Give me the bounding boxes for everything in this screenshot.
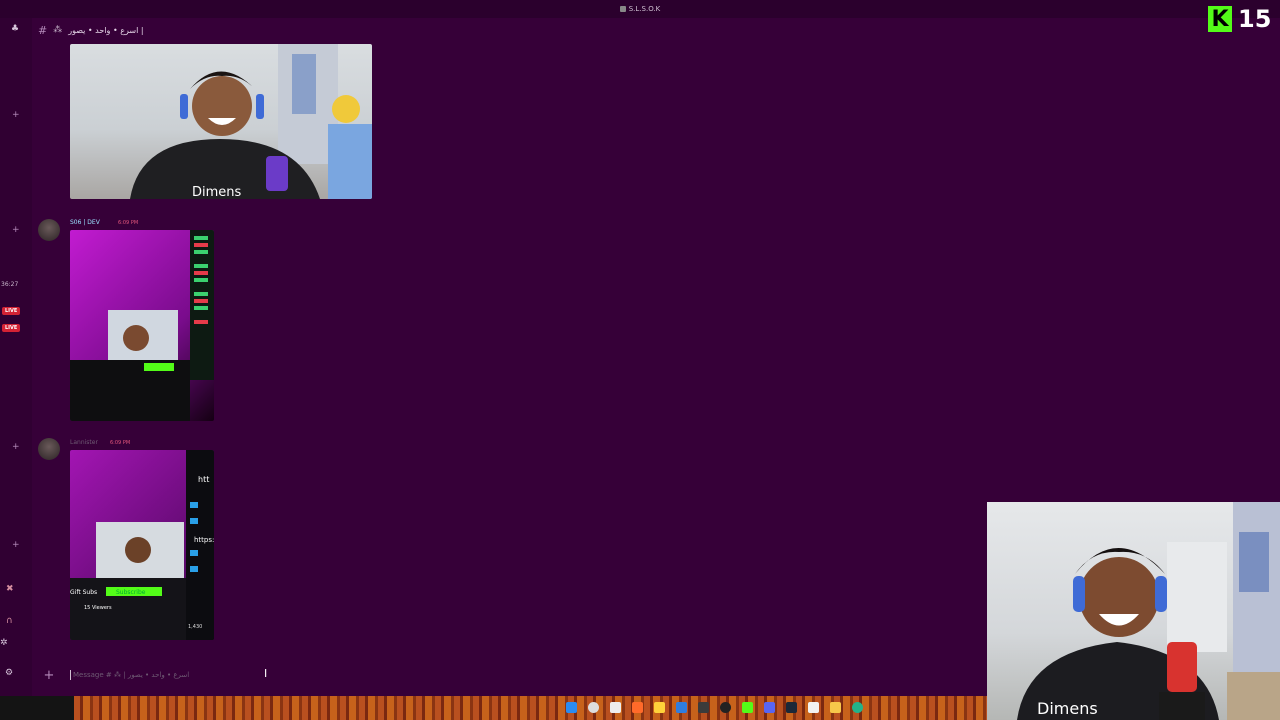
message-image-attachment[interactable]: htt https: Gift Subs Subscribe 15 Viewer… <box>70 450 214 640</box>
attach-plus-icon[interactable]: + <box>36 668 62 683</box>
svg-text:15 Viewers: 15 Viewers <box>84 605 112 611</box>
svg-text:https:: https: <box>194 536 214 544</box>
message-timestamp: 6:09 PM <box>118 220 139 226</box>
add-server-icon[interactable]: + <box>12 442 20 452</box>
deafen-icon[interactable]: ✖ <box>6 584 14 594</box>
discord-icon[interactable] <box>764 702 775 713</box>
svg-text:Subscribe: Subscribe <box>116 589 146 596</box>
hash-icon: # <box>38 23 48 37</box>
webcam-overlay: Dimens <box>987 502 1280 720</box>
taskbar-wallpaper-strip <box>74 696 987 720</box>
add-server-icon[interactable]: + <box>12 110 20 120</box>
message-image-attachment[interactable]: Dimens <box>70 44 372 199</box>
svg-text:Dimens: Dimens <box>1037 699 1098 718</box>
notepad-icon[interactable] <box>808 702 819 713</box>
members-icon[interactable]: ♣ <box>11 24 19 34</box>
search-icon[interactable] <box>588 702 599 713</box>
kick-viewer-overlay: K 15 <box>1208 5 1271 33</box>
folder-icon[interactable] <box>654 702 665 713</box>
mouse-ibeam-cursor: I <box>264 667 268 680</box>
app-icon-dark[interactable] <box>698 702 709 713</box>
svg-text:htt: htt <box>198 475 209 484</box>
settings-icon[interactable]: ✲ <box>0 638 8 648</box>
stream-screenshot <box>70 230 214 421</box>
channel-name: اسرع • واحد • يصور | <box>68 25 144 35</box>
steam-icon[interactable] <box>786 702 797 713</box>
app-icon <box>619 6 626 12</box>
svg-text:1,430: 1,430 <box>188 624 202 630</box>
server-rail: ♣ + + 36:27 LIVE LIVE + + ✖ ∩ ✲ ⚙ <box>0 18 32 696</box>
avatar[interactable] <box>38 219 60 241</box>
text-caret <box>70 670 71 680</box>
headset-icon[interactable]: ∩ <box>6 616 13 626</box>
kick-app-icon[interactable] <box>742 702 753 713</box>
stream-timer: 36:27 <box>1 281 19 288</box>
channel-header: # ⁂ اسرع • واحد • يصور | <box>32 18 980 42</box>
avatar[interactable] <box>38 438 60 460</box>
add-server-icon[interactable]: + <box>12 225 20 235</box>
add-server-icon[interactable]: + <box>12 540 20 550</box>
live-badge: LIVE <box>2 324 21 332</box>
explorer-icon[interactable] <box>830 702 841 713</box>
window-title: S.L.S.O.K <box>628 5 661 13</box>
stream-screenshot: htt https: Gift Subs Subscribe 15 Viewer… <box>70 450 214 640</box>
kick-logo: K <box>1208 6 1232 32</box>
message-username[interactable]: S06 | DEV <box>70 219 100 226</box>
obs-icon[interactable] <box>720 702 731 713</box>
svg-text:Dimens: Dimens <box>192 185 242 199</box>
edge-icon[interactable] <box>852 702 863 713</box>
live-badge: LIVE <box>2 307 21 315</box>
message-composer[interactable]: + Message # ⁂ | اسرع • واحد • يصور <box>36 662 986 688</box>
viewer-count: 15 <box>1238 5 1272 33</box>
windows-start-icon[interactable] <box>566 702 577 713</box>
app-icon-orange[interactable] <box>632 702 643 713</box>
message-timestamp: 6:09 PM <box>110 440 131 446</box>
message-image-attachment[interactable] <box>70 230 214 421</box>
channel-star: ⁂ <box>53 25 63 35</box>
message-username[interactable]: Lannister <box>70 439 98 446</box>
streamer-photo: Dimens <box>130 44 372 199</box>
gear-icon[interactable]: ⚙ <box>5 668 13 678</box>
message-input[interactable]: Message # ⁂ | اسرع • واحد • يصور <box>73 671 189 679</box>
task-view-icon[interactable] <box>610 702 621 713</box>
vscode-icon[interactable] <box>676 702 687 713</box>
window-titlebar: S.L.S.O.K <box>0 0 1280 18</box>
streamer-webcam: Dimens <box>1017 502 1280 720</box>
svg-text:Gift Subs: Gift Subs <box>70 589 97 596</box>
